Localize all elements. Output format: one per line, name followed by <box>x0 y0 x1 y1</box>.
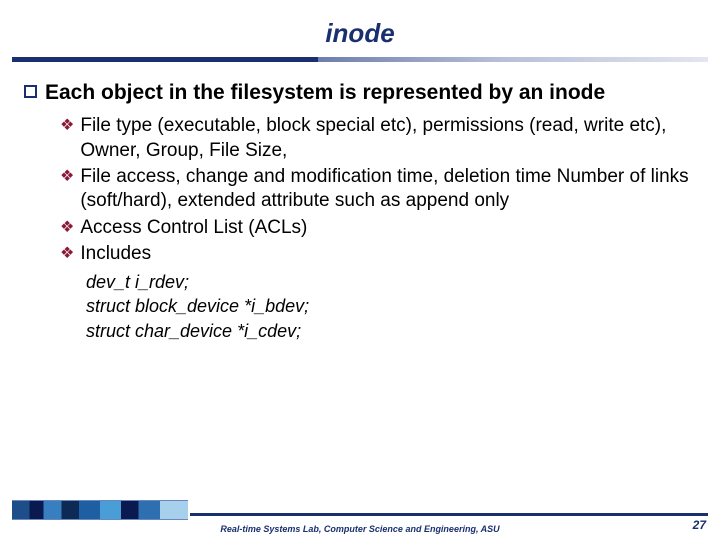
slide-footer: Real-time Systems Lab, Computer Science … <box>0 506 720 540</box>
diamond-bullet-icon: ❖ <box>60 115 74 137</box>
level2-item: ❖ File type (executable, block special e… <box>60 114 696 163</box>
title-divider <box>12 57 708 62</box>
content-area: Each object in the filesystem is represe… <box>0 80 720 343</box>
diamond-bullet-icon: ❖ <box>60 166 74 188</box>
footer-line <box>190 513 708 516</box>
diamond-bullet-icon: ❖ <box>60 243 74 265</box>
level2-item: ❖ File access, change and modification t… <box>60 165 696 214</box>
level2-text: Includes <box>80 242 151 266</box>
level1-item: Each object in the filesystem is represe… <box>24 80 696 106</box>
level2-text: File access, change and modification tim… <box>80 165 696 214</box>
level2-item: ❖ Access Control List (ACLs) <box>60 216 696 240</box>
level2-list: ❖ File type (executable, block special e… <box>24 114 696 266</box>
diamond-bullet-icon: ❖ <box>60 217 74 239</box>
footer-text: Real-time Systems Lab, Computer Science … <box>0 524 720 534</box>
code-line: struct block_device *i_bdev; <box>86 294 696 318</box>
level2-item: ❖ Includes <box>60 242 696 266</box>
level1-text: Each object in the filesystem is represe… <box>45 80 605 106</box>
code-block: dev_t i_rdev; struct block_device *i_bde… <box>24 270 696 343</box>
level2-text: File type (executable, block special etc… <box>80 114 696 163</box>
level2-text: Access Control List (ACLs) <box>80 216 307 240</box>
slide-title: inode <box>0 0 720 57</box>
square-bullet-icon <box>24 85 37 98</box>
code-line: struct char_device *i_cdev; <box>86 319 696 343</box>
code-line: dev_t i_rdev; <box>86 270 696 294</box>
page-number: 27 <box>693 518 706 532</box>
footer-graphic <box>12 500 188 520</box>
